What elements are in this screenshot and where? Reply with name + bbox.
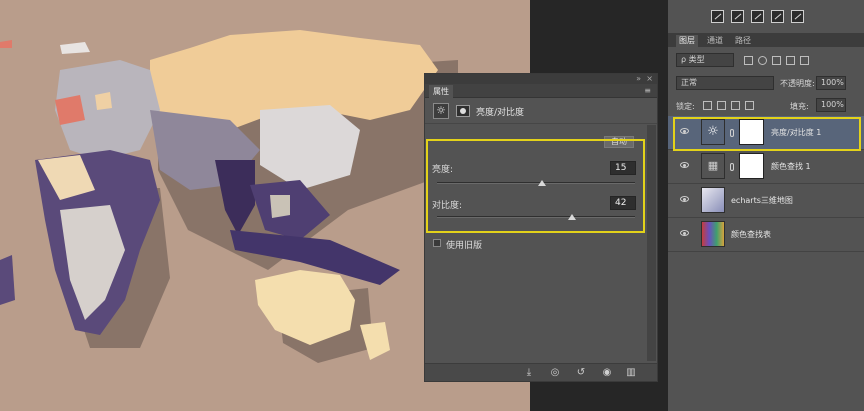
tool-button-3[interactable]: [751, 10, 764, 23]
visibility-eye-icon[interactable]: [680, 230, 689, 236]
layer-image-thumb: [701, 187, 725, 213]
highlight-box-sliders: [426, 139, 645, 233]
visibility-eye-icon[interactable]: [680, 196, 689, 202]
lock-image-icon[interactable]: [717, 101, 726, 110]
lock-position-icon[interactable]: [731, 101, 740, 110]
tool-button-1[interactable]: [711, 10, 724, 23]
view-previous-icon[interactable]: ◎: [549, 367, 561, 379]
panel-titlebar[interactable]: » ×: [425, 74, 657, 84]
adjustment-header: ☼ 亮度/对比度: [425, 98, 657, 124]
use-legacy-label: 使用旧版: [446, 241, 483, 251]
use-legacy-checkbox[interactable]: [433, 239, 441, 247]
panel-menu-icon[interactable]: ≡: [644, 84, 651, 98]
layer-row[interactable]: ▦ 颜色查找 1: [668, 150, 864, 184]
adjustment-title: 亮度/对比度: [476, 108, 525, 118]
layer-row[interactable]: echarts三维地图: [668, 184, 864, 218]
layer-name[interactable]: echarts三维地图: [731, 195, 793, 206]
filter-smart-icon[interactable]: [800, 56, 809, 65]
filter-pixel-icon[interactable]: [744, 56, 753, 65]
layer-name[interactable]: 颜色查找表: [731, 229, 771, 240]
link-icon[interactable]: [730, 163, 734, 171]
properties-tab-row: 属性 ≡: [425, 84, 657, 98]
kind-filter-select[interactable]: ρ 类型: [676, 53, 734, 67]
properties-footer: ⤓ ◎ ↺ ◉ ▥: [425, 363, 657, 381]
tab-layers[interactable]: 图层: [676, 35, 698, 47]
filter-type-icon[interactable]: [772, 56, 781, 65]
lock-label: 锁定:: [676, 102, 695, 111]
lock-all-icon[interactable]: [745, 101, 754, 110]
tool-button-5[interactable]: [791, 10, 804, 23]
blend-mode-select[interactable]: 正常: [676, 76, 774, 90]
trash-icon[interactable]: ▥: [625, 367, 637, 379]
visibility-eye-icon[interactable]: [680, 162, 689, 168]
fill-label: 填充:: [790, 102, 809, 111]
properties-scrollbar[interactable]: [647, 125, 656, 361]
lock-transparent-icon[interactable]: [703, 101, 712, 110]
color-lookup-icon: ▦: [701, 153, 725, 179]
tool-button-4[interactable]: [771, 10, 784, 23]
tab-channels[interactable]: 通道: [704, 35, 726, 47]
reset-icon[interactable]: ↺: [575, 367, 587, 379]
opacity-label: 不透明度:: [780, 79, 815, 88]
opacity-input[interactable]: 100%: [816, 76, 846, 90]
layer-mask-icon[interactable]: [456, 105, 470, 117]
layer-image-thumb: [701, 221, 725, 247]
clip-icon[interactable]: ⤓: [523, 367, 535, 379]
tab-properties[interactable]: 属性: [429, 85, 453, 98]
collapse-panel-button[interactable]: »: [636, 74, 641, 84]
tool-button-2[interactable]: [731, 10, 744, 23]
filter-shape-icon[interactable]: [786, 56, 795, 65]
layer-row[interactable]: 颜色查找表: [668, 218, 864, 252]
tab-paths[interactable]: 路径: [732, 35, 754, 47]
layer-mask-thumb[interactable]: [739, 153, 764, 179]
layer-name[interactable]: 颜色查找 1: [771, 161, 811, 172]
layers-panel: 图层 通道 路径 ρ 类型 正常 不透明度: 100% 锁定: 填充: 100%…: [668, 0, 864, 411]
brightness-adjustment-icon[interactable]: ☼: [433, 103, 449, 119]
close-panel-button[interactable]: ×: [646, 74, 653, 84]
filter-adjustment-icon[interactable]: [758, 56, 767, 65]
fill-input[interactable]: 100%: [816, 98, 846, 112]
visibility-icon[interactable]: ◉: [601, 367, 613, 379]
highlight-box-layer: [673, 117, 861, 151]
